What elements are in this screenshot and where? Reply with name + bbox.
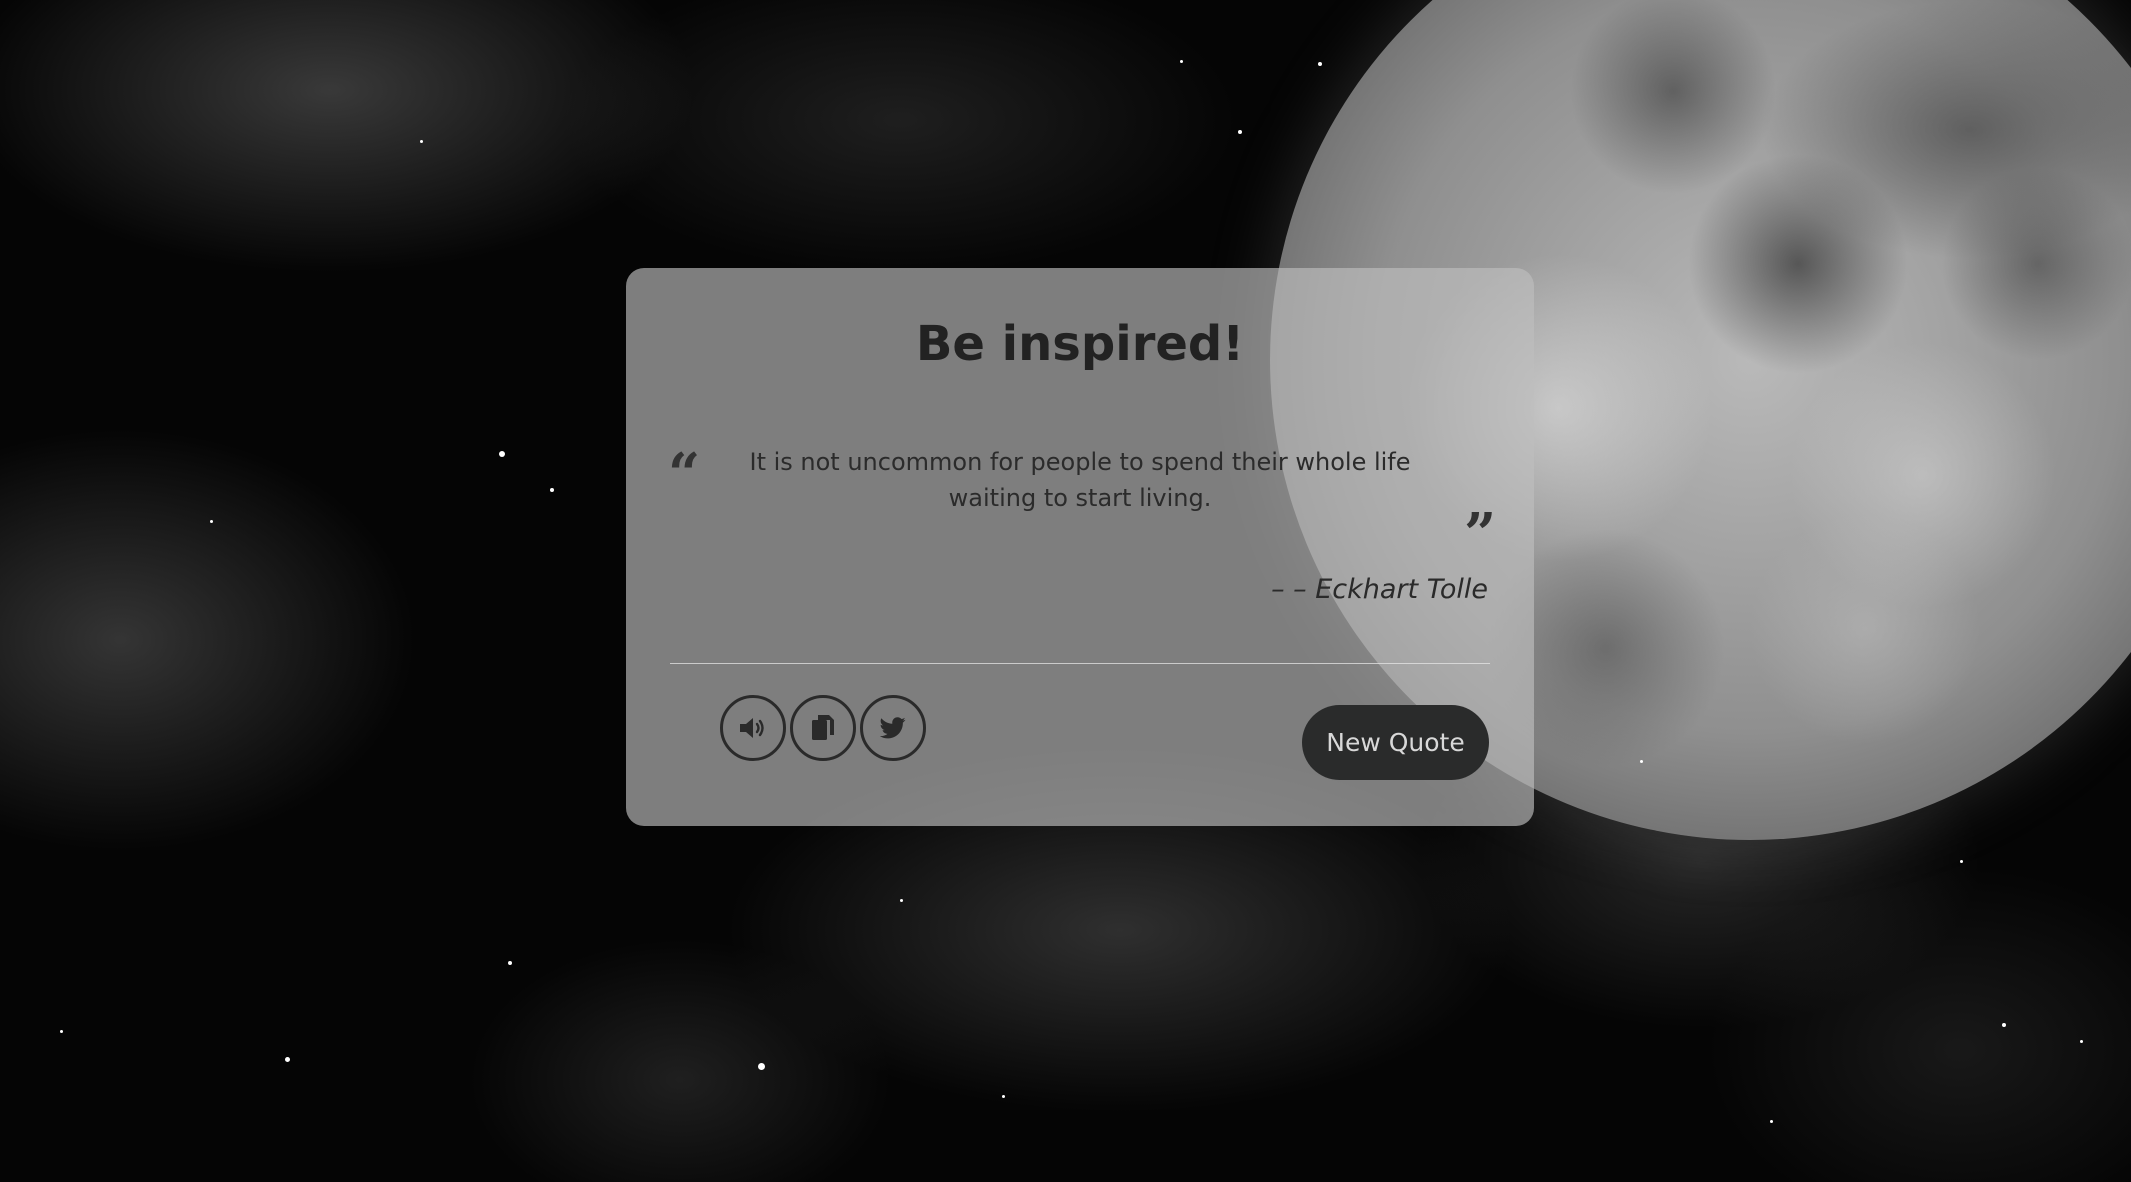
speaker-icon [740, 718, 764, 738]
star [1002, 1095, 1005, 1098]
tweet-button[interactable] [860, 695, 926, 761]
star [1180, 60, 1183, 63]
twitter-icon [880, 717, 906, 739]
quote-card: Be inspired! “ It is not uncommon for pe… [626, 268, 1534, 826]
star [420, 140, 423, 143]
star [285, 1057, 290, 1062]
page-title: Be inspired! [915, 316, 1245, 372]
new-quote-button[interactable]: New Quote [1302, 705, 1489, 780]
speak-button[interactable] [720, 695, 786, 761]
quote-text: It is not uncommon for people to spend t… [749, 448, 1411, 512]
star [508, 961, 512, 965]
quote-close-icon: ” [1464, 501, 1497, 567]
star [1960, 860, 1963, 863]
star [210, 520, 213, 523]
divider [670, 663, 1490, 664]
copy-button[interactable] [790, 695, 856, 761]
star [1770, 1120, 1773, 1123]
star [2002, 1023, 2006, 1027]
copy-icon [812, 715, 834, 740]
moon-haze [1760, 0, 2131, 260]
star [1318, 62, 1322, 66]
star [758, 1063, 765, 1070]
star [900, 899, 903, 902]
star [60, 1030, 63, 1033]
quote-open-icon: “ [668, 441, 701, 507]
star [1238, 130, 1242, 134]
star [2080, 1040, 2083, 1043]
star [1640, 760, 1643, 763]
star [550, 488, 554, 492]
quote-author: – – Eckhart Tolle [1271, 574, 1488, 605]
star [499, 451, 505, 457]
